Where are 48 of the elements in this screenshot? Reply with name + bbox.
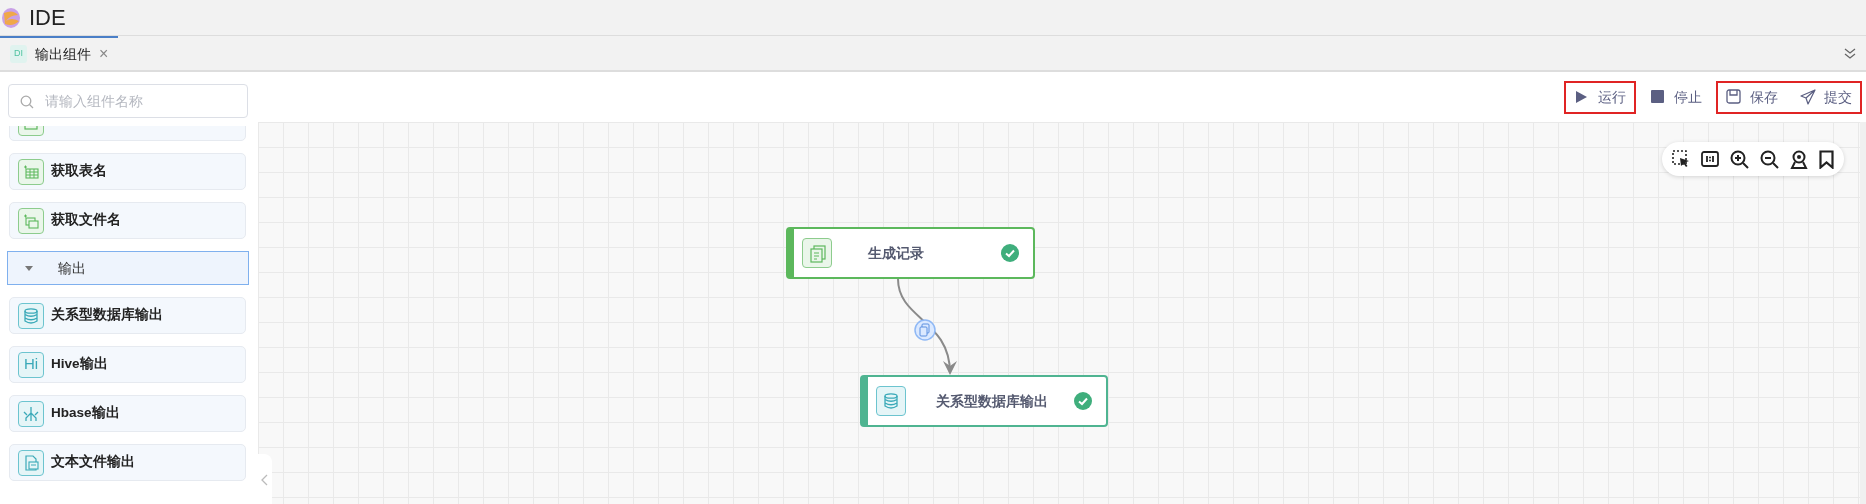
bookmark-icon[interactable] (1819, 149, 1834, 169)
chevron-left-icon (261, 473, 269, 486)
select-icon[interactable] (1672, 150, 1690, 168)
toolbar-button[interactable]: 保存 (1724, 84, 1780, 110)
component-item[interactable]: Hbase输出 (9, 395, 246, 432)
category-header[interactable]: 输出 (7, 251, 249, 285)
save-icon (1726, 89, 1742, 105)
file-type-badge: DI (10, 45, 27, 63)
node-label: 关系型数据库输出 (936, 391, 1048, 411)
component-item[interactable]: Hi Hive输出 (9, 346, 246, 383)
toolbar-button[interactable]: 运行 (1572, 84, 1628, 110)
fit-icon[interactable] (1701, 151, 1719, 167)
files-icon (18, 207, 44, 234)
app-title: IDE (29, 4, 66, 32)
component-label: Hbase输出 (51, 404, 120, 423)
component-label: 文本文件输出 (51, 453, 135, 472)
toolbar-button[interactable]: 停止 (1648, 84, 1704, 110)
flow-node[interactable]: 生成记录 (786, 227, 1035, 279)
component-label: 关系型数据库输出 (51, 306, 163, 325)
zoom-out-icon[interactable] (1760, 149, 1779, 169)
component-label: 获取表名 (51, 162, 107, 181)
send-icon (1800, 89, 1816, 105)
stop-icon (1650, 89, 1666, 105)
node-label: 生成记录 (868, 243, 924, 263)
component-item[interactable]: 关系型数据库输出 (9, 297, 246, 334)
database-icon (876, 386, 906, 416)
table-icon (18, 158, 44, 185)
component-item[interactable]: 文本文件输出 (9, 444, 246, 481)
hive-icon: Hi (18, 351, 44, 378)
zoom-in-icon[interactable] (1730, 149, 1749, 169)
branch-icon (18, 400, 44, 427)
search-field[interactable]: 请输入组件名称 (8, 84, 248, 118)
documents-icon (802, 238, 832, 268)
editor-tab[interactable]: DI 输出组件 × (0, 36, 119, 70)
component-label: 获取文件名 (51, 211, 121, 230)
component-item[interactable]: 获取文件名 (9, 202, 246, 239)
document-icon (18, 449, 44, 476)
category-label: 输出 (58, 258, 86, 278)
component-item[interactable]: 获取表名 (9, 153, 246, 190)
database-icon (18, 302, 44, 329)
caret-icon (24, 263, 34, 273)
toolbar-button[interactable]: 提交 (1798, 84, 1854, 110)
location-icon[interactable] (1790, 149, 1808, 169)
flow-node[interactable]: 关系型数据库输出 (860, 375, 1108, 427)
tab-label: 输出组件 (35, 44, 91, 64)
logo-icon (1, 6, 21, 29)
component-label: Hive输出 (51, 355, 108, 374)
double-chevron-down-icon (1844, 47, 1856, 59)
